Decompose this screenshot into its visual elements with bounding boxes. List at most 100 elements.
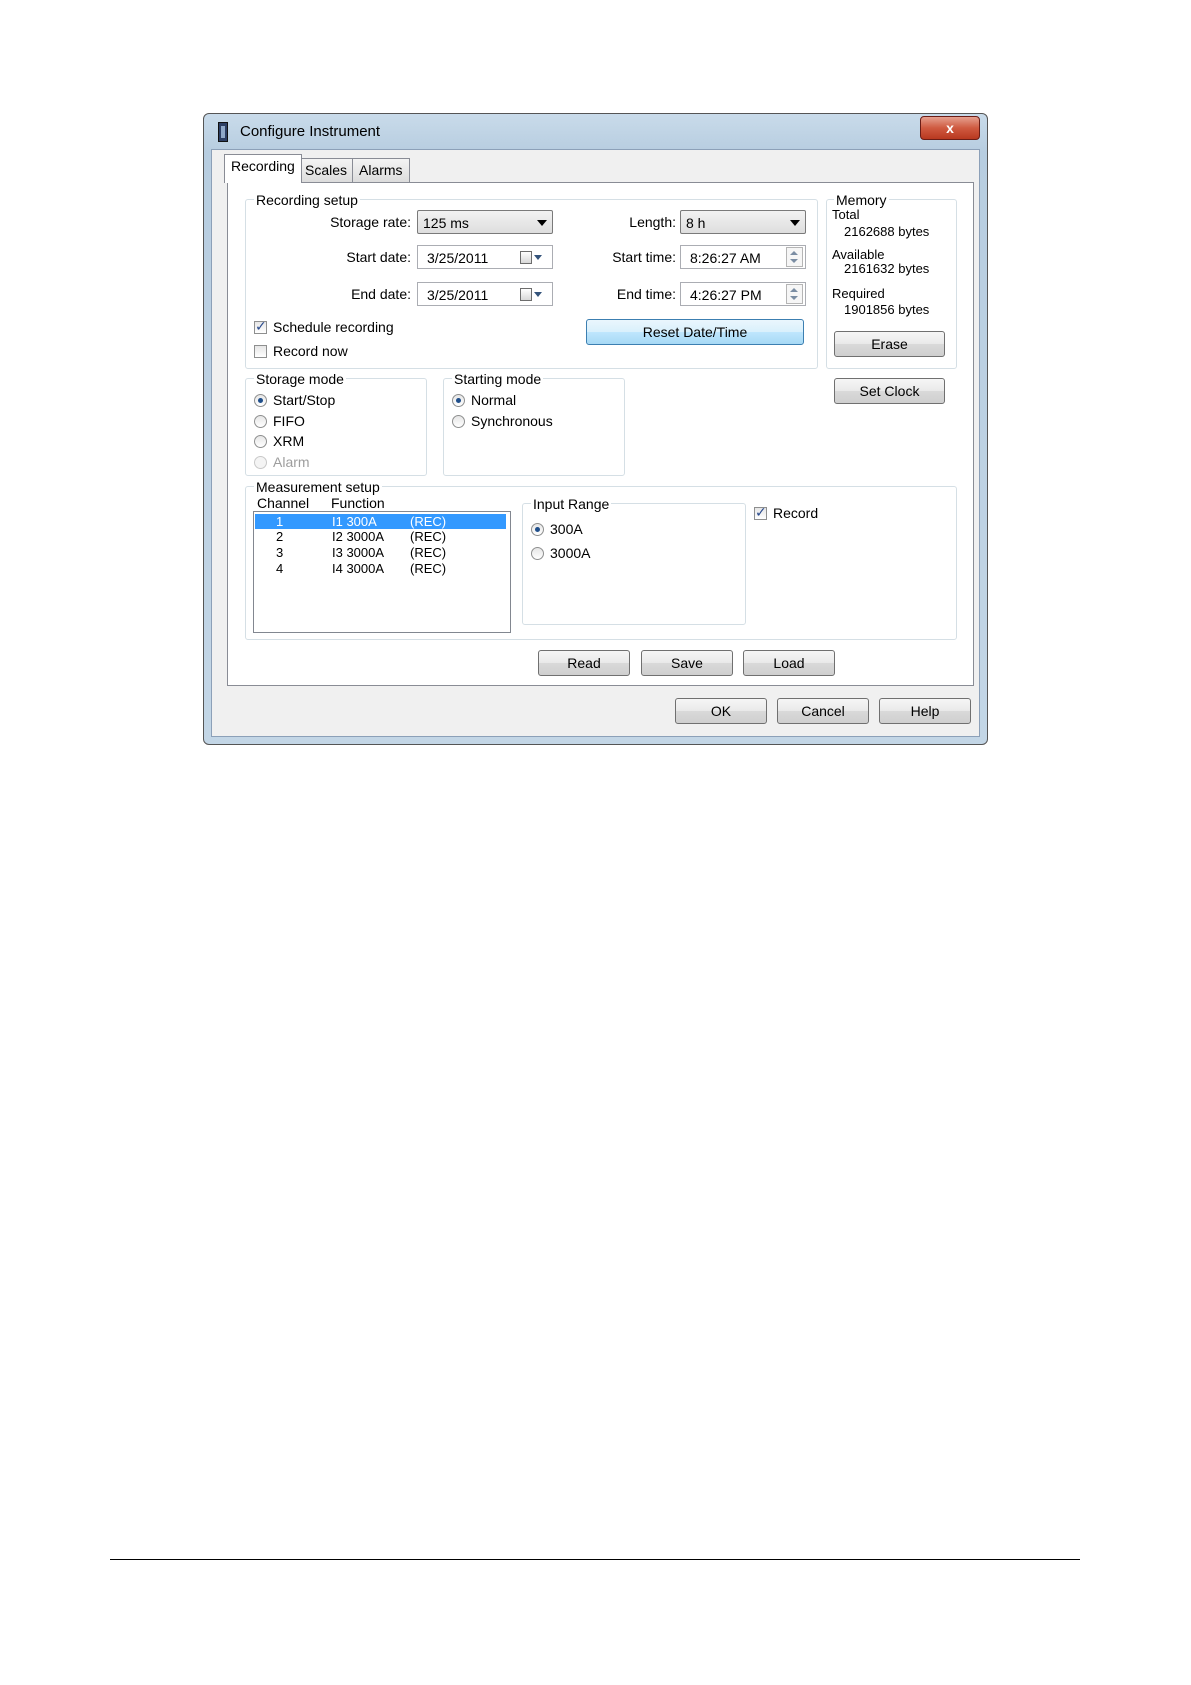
starting-mode-synchronous-label: Synchronous (471, 413, 553, 429)
memory-available-value: 2161632 bytes (844, 261, 930, 276)
list-item[interactable]: 2 I2 3000A (REC) (255, 529, 506, 544)
record-checkbox[interactable] (754, 505, 767, 521)
measurement-setup-label: Measurement setup (254, 479, 382, 495)
recording-tab-page: Recording setup Storage rate: 125 ms Sta… (227, 182, 974, 686)
storage-mode-start-stop-radio[interactable] (254, 394, 267, 407)
channel-status: (REC) (410, 514, 447, 529)
tab-scales-label: Scales (305, 162, 348, 178)
starting-mode-normal-radio[interactable] (452, 394, 465, 407)
end-date-value: 3/25/2011 (427, 287, 489, 303)
spin-down-icon[interactable] (790, 259, 798, 263)
length-value: 8 h (686, 215, 706, 231)
storage-mode-label: Storage mode (254, 371, 346, 387)
channel-status: (REC) (410, 545, 447, 560)
schedule-recording-label: Schedule recording (273, 319, 394, 335)
end-time-spinner[interactable] (786, 284, 803, 304)
storage-mode-alarm-label: Alarm (273, 454, 310, 470)
list-item[interactable]: 3 I3 3000A (REC) (255, 545, 506, 560)
list-item[interactable]: 1 I1 300A (REC) (255, 514, 506, 529)
channel-function: I3 3000A (332, 545, 385, 560)
length-label: Length: (629, 214, 676, 230)
storage-rate-value: 125 ms (423, 215, 469, 231)
start-date-label: Start date: (346, 249, 411, 265)
channel-status: (REC) (410, 529, 447, 544)
end-date-label: End date: (351, 286, 411, 302)
tab-recording-label: Recording (231, 158, 295, 174)
memory-label: Memory (834, 192, 889, 208)
chevron-down-icon (537, 220, 547, 226)
input-range-300a-radio[interactable] (531, 523, 544, 536)
input-range-300a-label: 300A (550, 521, 583, 537)
end-time-value: 4:26:27 PM (690, 287, 762, 303)
storage-mode-start-stop-label: Start/Stop (273, 392, 336, 408)
chevron-down-icon (790, 220, 800, 226)
channel-function: I2 3000A (332, 529, 385, 544)
storage-mode-xrm-label: XRM (273, 433, 305, 449)
storage-mode-xrm-radio[interactable] (254, 435, 267, 448)
chevron-down-icon[interactable] (534, 292, 542, 297)
record-now-label: Record now (273, 343, 348, 359)
column-channel-header: Channel (257, 495, 310, 511)
start-time-field[interactable]: 8:26:27 AM (680, 245, 806, 269)
close-button[interactable]: x (920, 116, 980, 140)
storage-mode-fifo-radio[interactable] (254, 415, 267, 428)
spin-up-icon[interactable] (790, 251, 798, 255)
end-date-picker[interactable]: 3/25/2011 (417, 282, 553, 306)
window-title: Configure Instrument (240, 123, 381, 140)
start-time-spinner[interactable] (786, 247, 803, 267)
storage-rate-select[interactable]: 125 ms (417, 210, 553, 234)
spin-down-icon[interactable] (790, 296, 798, 300)
reset-date-time-button[interactable]: Reset Date/Time (586, 319, 804, 345)
starting-mode-label: Starting mode (452, 371, 544, 387)
load-button[interactable]: Load (743, 650, 835, 676)
schedule-recording-checkbox[interactable] (254, 319, 267, 335)
start-date-picker[interactable]: 3/25/2011 (417, 245, 553, 269)
memory-total-value: 2162688 bytes (844, 224, 930, 239)
length-select[interactable]: 8 h (680, 210, 806, 234)
recording-setup-label: Recording setup (254, 192, 360, 208)
calendar-icon[interactable] (520, 251, 532, 264)
tab-recording[interactable]: Recording (224, 154, 302, 183)
calendar-icon[interactable] (520, 288, 532, 301)
help-button[interactable]: Help (879, 698, 971, 724)
save-button[interactable]: Save (641, 650, 733, 676)
storage-rate-label: Storage rate: (330, 214, 411, 230)
dialog-client-area: Recording Scales Alarms Recording setup … (211, 149, 980, 737)
record-label: Record (773, 505, 819, 521)
channel-function: I4 3000A (332, 561, 385, 576)
erase-button[interactable]: Erase (834, 331, 945, 357)
channel-number: 2 (276, 529, 284, 544)
cancel-button[interactable]: Cancel (777, 698, 869, 724)
channel-number: 4 (276, 561, 284, 576)
close-icon: x (946, 120, 954, 136)
tab-alarms-label: Alarms (359, 162, 403, 178)
tab-scales[interactable]: Scales (298, 158, 355, 182)
end-time-field[interactable]: 4:26:27 PM (680, 282, 806, 306)
memory-total-label: Total (832, 207, 860, 222)
start-time-value: 8:26:27 AM (690, 250, 761, 266)
channel-status: (REC) (410, 561, 447, 576)
memory-required-value: 1901856 bytes (844, 302, 930, 317)
start-date-value: 3/25/2011 (427, 250, 489, 266)
list-item[interactable]: 4 I4 3000A (REC) (255, 561, 506, 576)
storage-mode-alarm-radio (254, 456, 267, 469)
channel-list[interactable]: 1 I1 300A (REC) 2 I2 3000A (REC) 3 I3 30… (253, 511, 511, 633)
app-icon (218, 122, 228, 142)
storage-mode-fifo-label: FIFO (273, 413, 305, 429)
set-clock-button[interactable]: Set Clock (834, 378, 945, 404)
input-range-3000a-label: 3000A (550, 545, 591, 561)
column-function-header: Function (331, 495, 385, 511)
record-now-checkbox[interactable] (254, 345, 267, 358)
chevron-down-icon[interactable] (534, 255, 542, 260)
input-range-3000a-radio[interactable] (531, 547, 544, 560)
end-time-label: End time: (616, 286, 676, 302)
starting-mode-normal-label: Normal (471, 392, 517, 408)
configure-instrument-window: Configure Instrument x Recording Scales … (203, 113, 988, 745)
page-footer-rule (110, 1559, 1080, 1560)
tab-alarms[interactable]: Alarms (352, 158, 410, 182)
channel-number: 3 (276, 545, 284, 560)
ok-button[interactable]: OK (675, 698, 767, 724)
spin-up-icon[interactable] (790, 288, 798, 292)
read-button[interactable]: Read (538, 650, 630, 676)
starting-mode-synchronous-radio[interactable] (452, 415, 465, 428)
